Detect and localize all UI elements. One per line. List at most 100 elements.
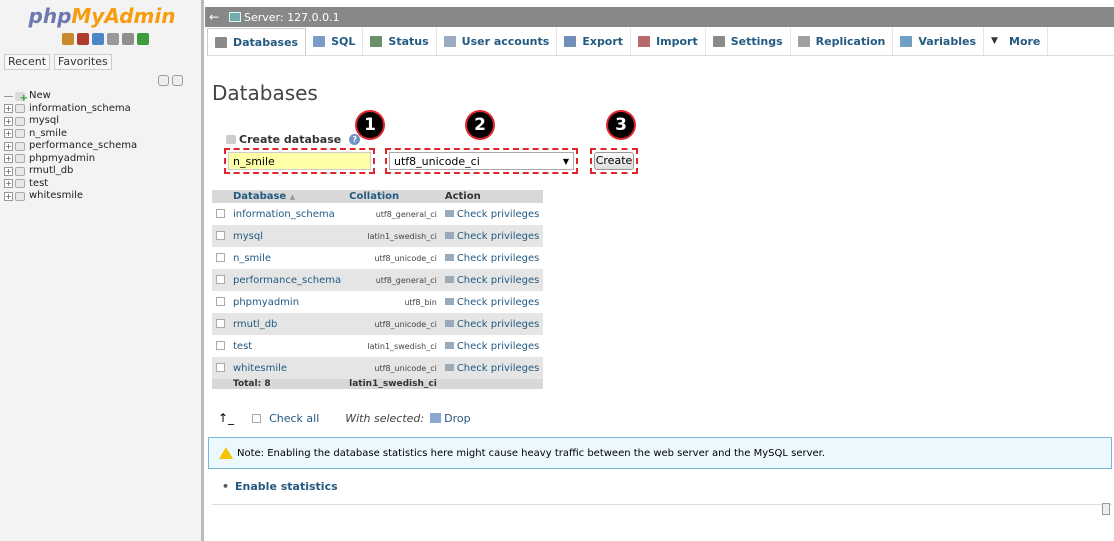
expand-icon[interactable]: + xyxy=(4,191,13,201)
phpmyadmin-logo[interactable]: phpMyAdmin xyxy=(0,4,204,28)
help-icon[interactable] xyxy=(92,33,104,45)
reload-icon[interactable] xyxy=(137,33,149,45)
docs-icon[interactable] xyxy=(107,33,119,45)
favorites-tab[interactable]: Favorites xyxy=(54,54,112,70)
tab-replication[interactable]: Replication xyxy=(791,28,894,55)
database-link[interactable]: test xyxy=(233,341,252,352)
database-icon xyxy=(15,141,25,151)
check-all-label[interactable]: Check all xyxy=(269,412,319,425)
row-checkbox[interactable] xyxy=(216,363,225,372)
row-checkbox[interactable] xyxy=(216,231,225,240)
create-button[interactable]: Create xyxy=(594,152,634,170)
tab-databases[interactable]: Databases xyxy=(207,28,307,55)
main-content: Databases Create database ? utf8_unicode… xyxy=(208,56,1112,541)
sql-icon xyxy=(313,36,326,47)
check-privileges-link[interactable]: Check privileges xyxy=(440,313,544,335)
row-checkbox[interactable] xyxy=(216,341,225,350)
database-name-input[interactable] xyxy=(228,152,371,170)
header-collation[interactable]: Collation xyxy=(345,190,441,203)
row-checkbox[interactable] xyxy=(216,319,225,328)
tab-settings[interactable]: Settings xyxy=(706,28,791,55)
check-privileges-link[interactable]: Check privileges xyxy=(440,357,544,379)
table-row: performance_schema utf8_general_ci Check p… xyxy=(212,269,544,291)
expand-icon[interactable]: + xyxy=(4,129,13,139)
tree-item-label[interactable]: phpmyadmin xyxy=(29,153,95,166)
tab-sql[interactable]: SQL xyxy=(306,28,364,55)
collapse-all-icon[interactable] xyxy=(158,75,169,86)
collation-cell: utf8_general_ci xyxy=(345,269,441,291)
tree-item-database[interactable]: + phpmyadmin xyxy=(4,153,137,166)
privileges-icon xyxy=(444,276,454,283)
tree-item-database[interactable]: + test xyxy=(4,178,137,191)
tree-item-database[interactable]: + mysql xyxy=(4,115,137,128)
database-link[interactable]: whitesmile xyxy=(233,363,287,374)
tab-status[interactable]: Status xyxy=(363,28,437,55)
tree-item-label[interactable]: mysql xyxy=(29,115,59,128)
expand-icon[interactable]: + xyxy=(4,141,13,151)
tree-item-label[interactable]: test xyxy=(29,178,48,191)
row-checkbox[interactable] xyxy=(216,297,225,306)
database-link[interactable]: mysql xyxy=(233,231,263,242)
tab-variables[interactable]: Variables xyxy=(893,28,984,55)
caret-down-icon: ▼ xyxy=(991,36,998,46)
recent-tab[interactable]: Recent xyxy=(4,54,51,70)
variables-icon xyxy=(900,36,913,47)
logout-icon[interactable] xyxy=(77,33,89,45)
check-privileges-link[interactable]: Check privileges xyxy=(440,291,544,313)
tree-item-label[interactable]: New xyxy=(29,90,51,103)
tree-item-new[interactable]: New xyxy=(4,90,137,106)
link-with-main-icon[interactable] xyxy=(172,75,183,86)
row-checkbox[interactable] xyxy=(216,209,225,218)
check-all-checkbox[interactable] xyxy=(252,413,262,423)
row-checkbox[interactable] xyxy=(216,275,225,284)
drop-icon[interactable] xyxy=(430,413,442,423)
database-icon xyxy=(15,179,25,189)
expand-icon[interactable]: + xyxy=(4,116,13,126)
expand-icon[interactable]: + xyxy=(4,154,13,164)
check-privileges-link[interactable]: Check privileges xyxy=(440,203,544,225)
tree-item-label[interactable]: information_schema xyxy=(29,103,131,116)
tab-more[interactable]: ▼ More xyxy=(984,28,1049,55)
database-link[interactable]: rmutl_db xyxy=(233,319,277,330)
settings-icon[interactable] xyxy=(122,33,134,45)
server-breadcrumb[interactable]: Server: 127.0.0.1 xyxy=(244,11,340,24)
tab-import[interactable]: Import xyxy=(631,28,706,55)
table-row: rmutl_db utf8_unicode_ci Check privileges xyxy=(212,313,544,335)
header-checkbox-col xyxy=(212,190,229,203)
tab-user-accounts[interactable]: User accounts xyxy=(437,28,558,55)
total-collation: latin1_swedish_ci xyxy=(345,379,441,389)
check-privileges-link[interactable]: Check privileges xyxy=(440,225,544,247)
help-icon[interactable]: ? xyxy=(349,134,361,145)
collation-select[interactable]: utf8_unicode_ci ▼ xyxy=(389,152,574,170)
drop-button[interactable]: Drop xyxy=(444,412,470,425)
home-icon[interactable] xyxy=(62,33,74,45)
database-link[interactable]: phpmyadmin xyxy=(233,297,299,308)
row-checkbox[interactable] xyxy=(216,253,225,262)
tree-item-database[interactable]: + whitesmile xyxy=(4,190,137,203)
table-row: mysql latin1_swedish_ci Check privileges xyxy=(212,225,544,247)
server-icon xyxy=(229,12,241,22)
expand-icon[interactable]: + xyxy=(4,179,13,189)
check-privileges-link[interactable]: Check privileges xyxy=(440,335,544,357)
new-database-icon xyxy=(226,135,236,144)
header-database[interactable]: Database ▲ xyxy=(229,190,346,203)
database-link[interactable]: information_schema xyxy=(233,209,335,220)
tree-item-database[interactable]: + rmutl_db xyxy=(4,165,137,178)
collapse-nav-arrow-icon[interactable]: ← xyxy=(205,10,223,24)
tree-item-database[interactable]: + n_smile xyxy=(4,128,137,141)
privileges-icon xyxy=(444,364,454,371)
database-link[interactable]: n_smile xyxy=(233,253,271,264)
check-privileges-link[interactable]: Check privileges xyxy=(440,269,544,291)
tree-item-label[interactable]: rmutl_db xyxy=(29,165,73,178)
tree-item-database[interactable]: + performance_schema xyxy=(4,140,137,153)
enable-statistics-link[interactable]: • Enable statistics xyxy=(222,480,338,493)
check-privileges-link[interactable]: Check privileges xyxy=(440,247,544,269)
expand-icon[interactable]: + xyxy=(4,104,13,114)
tab-export[interactable]: Export xyxy=(557,28,632,55)
tree-item-label[interactable]: n_smile xyxy=(29,128,67,141)
expand-icon[interactable]: + xyxy=(4,166,13,176)
database-link[interactable]: performance_schema xyxy=(233,275,341,286)
console-toggle-icon[interactable] xyxy=(1102,503,1110,515)
tree-item-label[interactable]: whitesmile xyxy=(29,190,83,203)
tree-item-label[interactable]: performance_schema xyxy=(29,140,137,153)
